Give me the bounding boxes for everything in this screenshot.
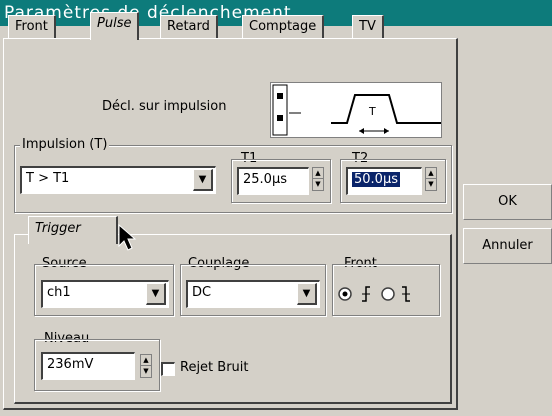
tab-comptage[interactable]: Comptage — [242, 15, 325, 39]
mouse-cursor-icon — [118, 224, 137, 251]
tab-tv[interactable]: TV — [352, 15, 384, 39]
t2-value: 50.0µs — [352, 172, 400, 187]
chevron-down-icon[interactable]: ▼ — [297, 283, 317, 305]
tab-label: Trigger — [35, 221, 81, 236]
t2-input[interactable]: 50.0µs — [346, 167, 422, 195]
tab-label: Retard — [167, 19, 210, 34]
impulsion-legend: Impulsion (T) — [20, 137, 110, 152]
spin-down-icon[interactable]: ▼ — [426, 179, 436, 190]
spin-up-icon[interactable]: ▲ — [426, 168, 436, 179]
t1-value: 25.0µs — [243, 172, 287, 187]
tab-trigger[interactable]: Trigger — [28, 216, 118, 244]
rejet-bruit-checkbox[interactable] — [161, 362, 175, 376]
rising-edge-icon — [362, 286, 370, 302]
impulsion-condition-select[interactable]: T > T1 ▼ — [20, 166, 216, 194]
t1-spinner[interactable]: ▲ ▼ — [312, 167, 324, 191]
tab-label: Comptage — [249, 19, 317, 34]
tab-front[interactable]: Front — [8, 15, 56, 39]
chevron-down-icon[interactable]: ▼ — [146, 283, 166, 305]
t2-spinner[interactable]: ▲ ▼ — [425, 167, 437, 191]
ok-label: OK — [498, 194, 517, 209]
niveau-spinner[interactable]: ▲ ▼ — [140, 354, 152, 378]
cancel-label: Annuler — [482, 238, 533, 253]
spin-up-icon[interactable]: ▲ — [313, 168, 323, 179]
front-rising-radio[interactable] — [338, 287, 352, 301]
ok-button[interactable]: OK — [463, 184, 552, 220]
t1-input[interactable]: 25.0µs — [237, 167, 309, 195]
tab-label: Front — [15, 19, 48, 34]
front-radio-group — [338, 286, 410, 302]
pulse-diagram-icon: T — [272, 84, 441, 136]
chevron-down-icon[interactable]: ▼ — [193, 169, 213, 191]
condition-value: T > T1 — [26, 171, 70, 186]
couplage-select[interactable]: DC ▼ — [186, 280, 320, 308]
diagram-t-label: T — [368, 105, 376, 118]
tab-label: Pulse — [97, 16, 132, 31]
tab-retard[interactable]: Retard — [160, 15, 218, 39]
decl-label: Décl. sur impulsion — [102, 99, 227, 114]
falling-edge-icon — [402, 286, 410, 302]
front-falling-radio[interactable] — [381, 287, 395, 301]
cancel-button[interactable]: Annuler — [463, 228, 552, 264]
spin-down-icon[interactable]: ▼ — [313, 179, 323, 190]
spin-up-icon[interactable]: ▲ — [141, 355, 151, 366]
tab-pulse[interactable]: Pulse — [90, 12, 140, 40]
spin-down-icon[interactable]: ▼ — [141, 366, 151, 377]
pulse-diagram: T — [270, 82, 442, 138]
niveau-input[interactable]: 236mV — [41, 352, 135, 380]
niveau-value: 236mV — [47, 357, 94, 372]
rejet-bruit-label: Rejet Bruit — [180, 360, 249, 375]
source-select[interactable]: ch1 ▼ — [41, 280, 169, 308]
tab-label: TV — [359, 19, 376, 34]
